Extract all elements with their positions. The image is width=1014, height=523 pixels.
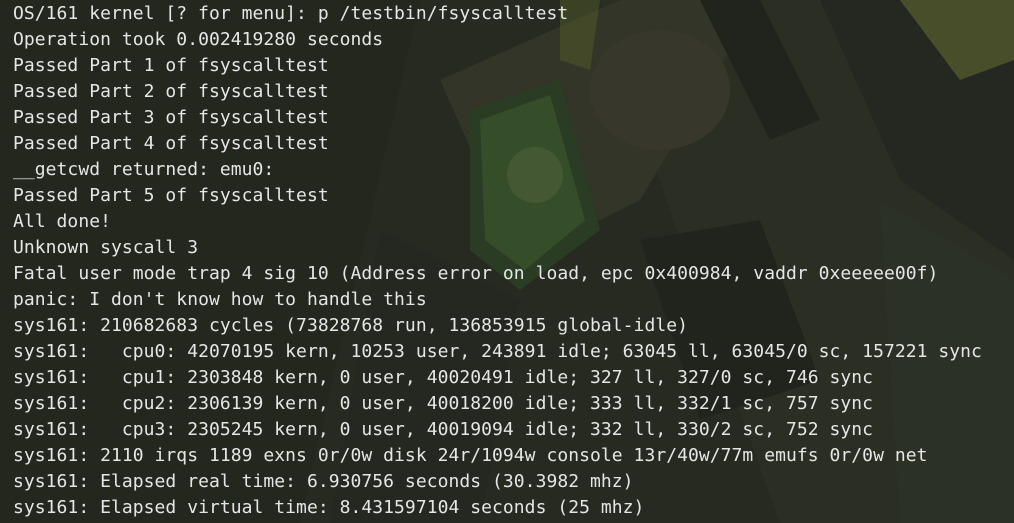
terminal-line: sys161: cpu0: 42070195 kern, 10253 user,… (13, 341, 982, 362)
terminal-line: Unknown syscall 3 (13, 237, 199, 258)
terminal-line: Passed Part 3 of fsyscalltest (13, 107, 329, 128)
terminal-line: sys161: Elapsed virtual time: 8.43159710… (13, 497, 645, 518)
terminal-line: sys161: cpu2: 2306139 kern, 0 user, 4001… (13, 393, 874, 414)
terminal-line: sys161: Elapsed real time: 6.930756 seco… (13, 471, 634, 492)
terminal-line: __getcwd returned: emu0: (13, 159, 275, 180)
terminal-line: sys161: 2110 irqs 1189 exns 0r/0w disk 2… (13, 445, 928, 466)
terminal-line: sys161: 210682683 cycles (73828768 run, … (13, 315, 688, 336)
terminal-line: sys161: cpu1: 2303848 kern, 0 user, 4002… (13, 367, 874, 388)
terminal-line-prompt: OS/161 kernel [? for menu]: p /testbin/f… (13, 3, 569, 24)
terminal-line: panic: I don't know how to handle this (13, 289, 427, 310)
terminal-line: Operation took 0.002419280 seconds (13, 29, 384, 50)
terminal-line: sys161: cpu3: 2305245 kern, 0 user, 4001… (13, 419, 874, 440)
terminal-line: Passed Part 1 of fsyscalltest (13, 55, 329, 76)
terminal-line: Passed Part 2 of fsyscalltest (13, 81, 329, 102)
terminal-output[interactable]: OS/161 kernel [? for menu]: p /testbin/f… (0, 0, 1001, 522)
terminal-line: Passed Part 4 of fsyscalltest (13, 133, 329, 154)
terminal-line: Fatal user mode trap 4 sig 10 (Address e… (13, 263, 939, 284)
terminal-line: Passed Part 5 of fsyscalltest (13, 185, 329, 206)
terminal-line: All done! (13, 211, 111, 232)
